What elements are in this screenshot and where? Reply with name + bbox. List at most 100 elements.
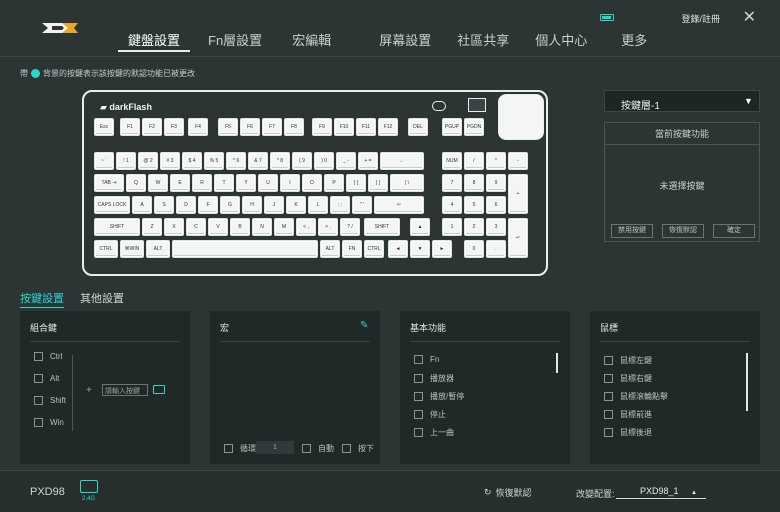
keycap[interactable]: L xyxy=(308,196,328,214)
keycap[interactable]: DEL xyxy=(408,118,428,136)
keycap[interactable]: ▲ xyxy=(410,218,430,236)
keycap[interactable]: | \ xyxy=(390,174,424,192)
keycap[interactable]: % 5 xyxy=(204,152,224,170)
keycap[interactable]: P xyxy=(324,174,344,192)
nav-keyboard-settings[interactable]: 鍵盤設置 xyxy=(118,32,191,52)
keycap[interactable]: T xyxy=(214,174,234,192)
checkbox[interactable] xyxy=(414,392,423,401)
combo-key-input[interactable]: 請輸入按鍵 xyxy=(102,384,148,396)
checkbox[interactable] xyxy=(604,410,613,419)
keycap[interactable]: A xyxy=(132,196,152,214)
keycap[interactable]: CTRL xyxy=(364,240,384,258)
basic-item[interactable]: 上一曲 xyxy=(414,427,454,438)
disable-key-button[interactable]: 禁用按鍵 xyxy=(611,224,653,238)
keycap[interactable]: ← xyxy=(380,152,424,170)
keyboard-knob-icon[interactable] xyxy=(432,101,446,111)
keycap[interactable]: SHIFT xyxy=(364,218,400,236)
keycap[interactable]: Esc xyxy=(94,118,114,136)
combo-item-ctrl[interactable]: Ctrl xyxy=(34,352,62,361)
checkbox[interactable] xyxy=(224,444,233,453)
keycap[interactable]: } ] xyxy=(368,174,388,192)
keycap[interactable]: X xyxy=(164,218,184,236)
mouse-item[interactable]: 鼠標滾輪點擊 xyxy=(604,391,668,402)
basic-item[interactable]: 停止 xyxy=(414,409,446,420)
keycap[interactable]: 1 xyxy=(442,218,462,236)
checkbox[interactable] xyxy=(604,428,613,437)
confirm-button[interactable]: 確定 xyxy=(713,224,755,238)
keycap[interactable]: J xyxy=(264,196,284,214)
keycap[interactable]: C xyxy=(186,218,206,236)
keycap[interactable]: 9 xyxy=(486,174,506,192)
scrollbar[interactable] xyxy=(556,353,558,373)
keycap[interactable]: ^ 6 xyxy=(226,152,246,170)
keycap[interactable]: F2 xyxy=(142,118,162,136)
keycap[interactable] xyxy=(172,240,318,258)
checkbox[interactable] xyxy=(34,352,43,361)
keyboard-icon[interactable] xyxy=(153,385,165,394)
keycap[interactable]: PGDN xyxy=(464,118,484,136)
checkbox[interactable] xyxy=(414,410,423,419)
nav-fn-layer[interactable]: Fn層設置 xyxy=(198,32,272,52)
checkbox[interactable] xyxy=(34,418,43,427)
keycap[interactable]: S xyxy=(154,196,174,214)
keycap[interactable]: ↵ xyxy=(508,218,528,258)
keycap[interactable]: N xyxy=(252,218,272,236)
keycap[interactable]: # 3 xyxy=(160,152,180,170)
keycap[interactable]: K xyxy=(286,196,306,214)
keycap[interactable]: SHIFT xyxy=(94,218,140,236)
mouse-item[interactable]: 鼠標左鍵 xyxy=(604,355,652,366)
keycap[interactable]: ! 1 xyxy=(116,152,136,170)
keycap[interactable]: - xyxy=(508,152,528,170)
basic-item[interactable]: 播放/暫停 xyxy=(414,391,464,402)
keycap[interactable]: ALT xyxy=(146,240,170,258)
checkbox[interactable] xyxy=(34,374,43,383)
nav-profile[interactable]: 個人中心 xyxy=(525,32,597,52)
keycap[interactable]: Z xyxy=(142,218,162,236)
combo-item-alt[interactable]: Alt xyxy=(34,374,59,383)
checkbox[interactable] xyxy=(342,444,351,453)
macro-press[interactable]: 按下 xyxy=(342,443,374,454)
keycap[interactable]: CTRL xyxy=(94,240,118,258)
keycap[interactable]: ( 9 xyxy=(292,152,312,170)
keycap[interactable]: > . xyxy=(318,218,338,236)
layer-select[interactable]: 按鍵層-1 xyxy=(604,90,760,112)
keycap[interactable]: $ 4 xyxy=(182,152,202,170)
checkbox[interactable] xyxy=(604,374,613,383)
keycap[interactable]: R xyxy=(192,174,212,192)
keycap[interactable]: @ 2 xyxy=(138,152,158,170)
keycap[interactable]: F6 xyxy=(240,118,260,136)
keycap[interactable]: * xyxy=(486,152,506,170)
nav-more[interactable]: 更多 xyxy=(611,32,657,52)
checkbox[interactable] xyxy=(414,428,423,437)
keycap[interactable]: NUM xyxy=(442,152,462,170)
keycap[interactable]: / xyxy=(464,152,484,170)
keycap[interactable]: M xyxy=(274,218,294,236)
keycap[interactable]: : ; xyxy=(330,196,350,214)
keycap[interactable]: < , xyxy=(296,218,316,236)
nav-macro-edit[interactable]: 宏編輯 xyxy=(282,32,341,52)
keycap[interactable]: . xyxy=(486,240,506,258)
restore-default-button[interactable]: 恢復默認 xyxy=(662,224,704,238)
basic-item[interactable]: 播放器 xyxy=(414,373,454,384)
basic-item[interactable]: Fn xyxy=(414,355,439,364)
keycap[interactable]: F3 xyxy=(164,118,184,136)
keycap[interactable]: ◄ xyxy=(388,240,408,258)
keycap[interactable]: 0 xyxy=(464,240,484,258)
checkbox[interactable] xyxy=(302,444,311,453)
keycap[interactable]: PGUP xyxy=(442,118,462,136)
keycap[interactable]: " ' xyxy=(352,196,372,214)
keycap[interactable]: F5 xyxy=(218,118,238,136)
chevron-down-icon[interactable]: ▼ xyxy=(744,96,753,106)
keycap[interactable]: B xyxy=(230,218,250,236)
keycap[interactable]: ? / xyxy=(340,218,360,236)
keycap[interactable]: W xyxy=(148,174,168,192)
checkbox[interactable] xyxy=(604,356,613,365)
login-link[interactable]: 登錄/註冊 xyxy=(681,12,720,25)
keycap[interactable]: F12 xyxy=(378,118,398,136)
nav-screen[interactable]: 屏幕設置 xyxy=(369,32,441,52)
edit-icon[interactable]: ✎ xyxy=(360,320,368,331)
scrollbar[interactable] xyxy=(746,353,748,411)
nav-community[interactable]: 社區共享 xyxy=(447,32,519,52)
keycap[interactable]: I xyxy=(280,174,300,192)
keycap[interactable]: O xyxy=(302,174,322,192)
